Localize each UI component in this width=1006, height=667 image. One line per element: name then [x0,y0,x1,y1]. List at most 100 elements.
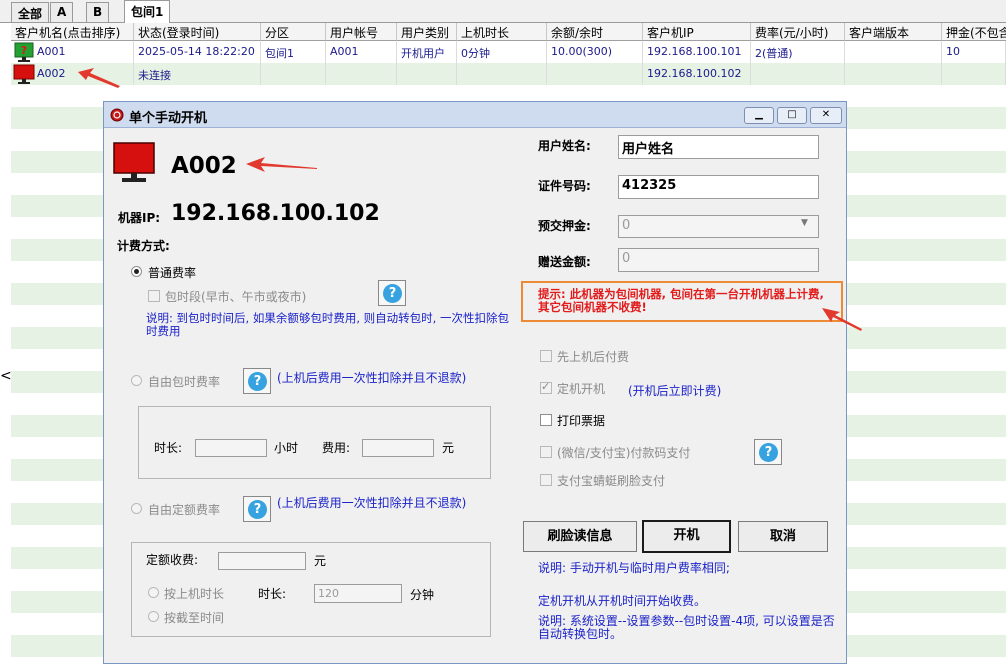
by-deadline-label: 按截至时间 [164,611,225,625]
fixed-rate-label: 自由定额费率 [148,503,221,517]
qr-pay-label: (微信/支付宝)付款码支付 [557,446,691,460]
help-icon: ? [383,284,402,303]
user-name-input[interactable]: 用户姓名 [618,135,819,159]
col-header-balance[interactable]: 余额/余时 [547,23,643,41]
deposit-select[interactable]: 0 [618,215,819,238]
pay-after-checkbox[interactable] [540,350,552,362]
help-icon: ? [248,372,267,391]
cell-deposit: 10 [942,41,1006,63]
timed-boot-checkbox[interactable]: ✓ [540,380,552,394]
tab-room1[interactable]: 包间1 [124,0,171,23]
help-button[interactable]: ? [754,439,782,465]
id-input[interactable]: 412325 [618,175,819,199]
normal-rate-radio[interactable] [131,266,142,277]
monitor-unknown-icon: ? [14,42,34,62]
cell-rate: 2(普通) [751,41,845,63]
fee-label: 费用: [322,441,351,455]
cancel-button[interactable]: 取消 [738,521,828,552]
help-icon: ? [759,443,778,462]
fixed-fee-input[interactable] [218,552,306,570]
help-icon: ? [248,500,267,519]
ip-value: 192.168.100.102 [171,201,380,226]
qr-pay-checkbox[interactable] [540,446,552,458]
note-2: 定机开机从开机时间开始收费。 [538,594,707,608]
id-label: 证件号码: [538,179,591,193]
col-header-deposit[interactable]: 押金(不包含 [942,23,1006,41]
col-header-account[interactable]: 用户帐号 [326,23,397,41]
cell-status: 2025-05-14 18:22:20 [134,41,261,63]
help-button[interactable]: ? [243,368,271,394]
col-header-ip[interactable]: 客户机IP [643,23,751,41]
col-header-duration[interactable]: 上机时长 [457,23,547,41]
gift-input[interactable]: 0 [618,248,819,272]
cell-deposit [942,63,1006,85]
cell-name: A001 [33,41,134,63]
collapse-arrow-icon[interactable]: < [0,368,12,384]
machine-name: A002 [171,153,237,179]
face-read-button[interactable]: 刷脸读信息 [523,521,637,552]
col-header-zone[interactable]: 分区 [261,23,326,41]
fixed-fee-label: 定额收费: [146,553,199,567]
cell-version [845,41,942,63]
deposit-label: 预交押金: [538,219,591,233]
col-header-status[interactable]: 状态(登录时间) [134,23,261,41]
fixed-rate-radio[interactable] [131,503,142,514]
package-period-label: 包时段(早市、午市或夜市) [165,290,307,304]
cell-type: 开机用户 [397,41,457,63]
cell-status: 未连接 [134,63,261,85]
minutes-unit: 分钟 [410,588,435,602]
tab-a[interactable]: A [50,2,74,22]
package-period-checkbox[interactable] [148,290,160,302]
face-pay-label: 支付宝蜻蜓刷脸支付 [557,474,666,488]
free-package-radio[interactable] [131,375,142,386]
cell-zone [261,63,326,85]
timed-boot-label: 定机开机 [557,382,606,396]
cell-account [326,63,397,85]
tab-all[interactable]: 全部 [11,2,50,22]
annotation-arrow-icon [78,68,120,88]
cell-ip: 192.168.100.102 [643,63,751,85]
monitor-icon [113,142,155,182]
fee-input[interactable] [362,439,434,457]
print-ticket-checkbox[interactable] [540,414,552,426]
duration-hours-input[interactable] [195,439,267,457]
close-button[interactable]: ✕ [810,107,842,124]
col-header-name[interactable]: 客户机名(点击排序) [11,23,134,41]
duration2-label: 时长: [258,587,287,601]
table-row[interactable]: ? A001 2025-05-14 18:22:20 包间1 A001 开机用户… [11,41,1006,63]
yuan-unit: 元 [442,441,455,455]
tab-bar: 全部 A B 包间1 [0,0,1006,23]
boot-button[interactable]: 开机 [642,520,731,553]
user-name-label: 用户姓名: [538,139,591,153]
cell-account: A001 [326,41,397,63]
gift-label: 赠送金额: [538,255,591,269]
dialog-title-bar[interactable]: 单个手动开机 ▁ □ ✕ [104,102,846,128]
duration-minutes-input[interactable]: 120 [314,584,402,603]
free-package-note: (上机后费用一次性扣除并且不退款) [277,371,467,385]
annotation-arrow-icon [246,157,317,172]
face-pay-checkbox[interactable] [540,474,552,486]
cell-balance [547,63,643,85]
free-package-group [138,406,491,479]
timed-boot-note: (开机后立即计费) [628,384,722,398]
maximize-button[interactable]: □ [777,107,807,124]
help-button[interactable]: ? [378,280,406,306]
table-row[interactable]: A002 未连接 192.168.100.102 [11,63,1006,85]
cell-zone: 包间1 [261,41,326,63]
note-1: 说明: 手动开机与临时用户费率相同; [538,561,730,575]
svg-text:?: ? [21,44,27,57]
help-button[interactable]: ? [243,496,271,522]
fixed-rate-note: (上机后费用一次性扣除并且不退款) [277,496,467,510]
yuan-unit: 元 [314,554,327,568]
cell-duration: 0分钟 [457,41,547,63]
free-package-label: 自由包时费率 [148,375,221,389]
by-duration-radio[interactable] [148,587,159,598]
tab-b[interactable]: B [86,2,110,22]
minimize-button[interactable]: ▁ [744,107,774,124]
col-header-rate[interactable]: 费率(元/小时) [751,23,845,41]
col-header-version[interactable]: 客户端版本 [845,23,942,41]
chevron-down-icon[interactable]: ▼ [801,218,808,228]
by-deadline-radio[interactable] [148,611,159,622]
col-header-type[interactable]: 用户类别 [397,23,457,41]
cell-duration [457,63,547,85]
